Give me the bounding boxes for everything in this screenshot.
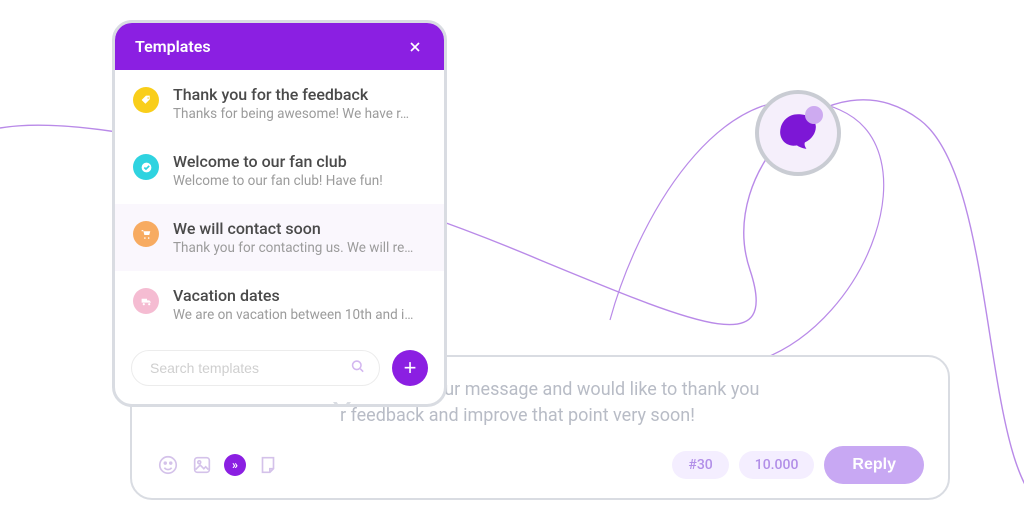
check-icon	[133, 154, 159, 180]
reply-button[interactable]: Reply	[824, 446, 924, 484]
templates-list: Thank you for the feedback Thanks for be…	[115, 70, 444, 338]
templates-panel: Templates Thank you for the feedback Tha…	[112, 20, 447, 407]
brand-bubble	[755, 90, 841, 176]
template-item[interactable]: Vacation dates We are on vacation betwee…	[115, 271, 444, 338]
template-title: We will contact soon	[173, 219, 413, 238]
close-icon[interactable]	[406, 38, 424, 56]
templates-icon[interactable]: »	[224, 454, 246, 476]
popover-arrow	[333, 402, 351, 407]
composer-toolbar: »	[156, 453, 280, 477]
template-subtitle: Thanks for being awesome! We have r…	[173, 106, 409, 122]
tag-icon	[133, 87, 159, 113]
templates-header: Templates	[115, 23, 444, 70]
template-item[interactable]: Welcome to our fan club Welcome to our f…	[115, 137, 444, 204]
template-subtitle: We are on vacation between 10th and i…	[173, 307, 413, 323]
search-icon	[349, 358, 366, 379]
image-icon[interactable]	[190, 453, 214, 477]
template-title: Vacation dates	[173, 286, 413, 305]
template-title: Welcome to our fan club	[173, 152, 383, 171]
search-input[interactable]	[131, 350, 380, 386]
template-item[interactable]: Thank you for the feedback Thanks for be…	[115, 70, 444, 137]
note-icon[interactable]	[256, 453, 280, 477]
chip-hash[interactable]: #30	[672, 451, 728, 479]
template-subtitle: Welcome to our fan club! Have fun!	[173, 173, 383, 189]
template-title: Thank you for the feedback	[173, 85, 409, 104]
add-template-button[interactable]: +	[392, 350, 428, 386]
cart-icon	[133, 221, 159, 247]
chip-count[interactable]: 10.000	[739, 451, 815, 479]
template-item[interactable]: We will contact soon Thank you for conta…	[115, 204, 444, 271]
templates-title: Templates	[135, 37, 211, 56]
truck-icon	[133, 288, 159, 314]
template-subtitle: Thank you for contacting us. We will re…	[173, 240, 413, 256]
emoji-icon[interactable]	[156, 453, 180, 477]
brand-logo-icon	[777, 110, 819, 156]
